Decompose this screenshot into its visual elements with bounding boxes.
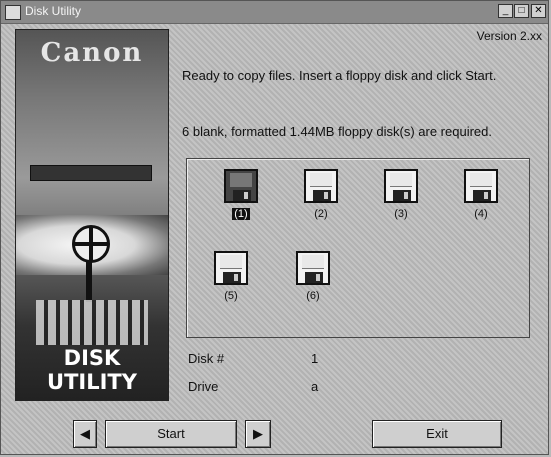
disk-5[interactable]: (5) — [201, 251, 261, 311]
maximize-button[interactable]: □ — [514, 4, 529, 18]
floppy-disk-icon — [464, 169, 498, 203]
next-button[interactable]: ▶ — [245, 420, 271, 448]
disk-panel: (1) (2) (3) (4) (5) (6) — [186, 158, 530, 338]
floppy-disk-icon — [304, 169, 338, 203]
disk-number-label: (4) — [474, 208, 488, 220]
disk-2[interactable]: (2) — [291, 169, 351, 229]
start-button[interactable]: Start — [105, 420, 237, 448]
disk-utility-logo-text: DISK UTILITY — [47, 346, 137, 394]
requirement-text: 6 blank, formatted 1.44MB floppy disk(s)… — [182, 124, 492, 139]
disc-icon — [72, 225, 110, 263]
banner-plate-graphic — [30, 165, 152, 181]
floppy-disk-icon — [214, 251, 248, 285]
disk-number-label: (5) — [224, 290, 238, 302]
drive-value: a — [311, 379, 319, 394]
exit-button[interactable]: Exit — [372, 420, 502, 448]
floppy-disk-icon — [224, 169, 258, 203]
minimize-button[interactable]: _ — [498, 4, 513, 18]
disk-number-label: (2) — [314, 208, 328, 220]
floppy-disk-icon — [296, 251, 330, 285]
disk-utility-window: Disk Utility _ □ ✕ Canon DISK UTILITY Ve… — [0, 0, 549, 455]
window-title: Disk Utility — [25, 4, 81, 18]
canon-disk-utility-banner: Canon DISK UTILITY — [15, 29, 169, 401]
disk-4[interactable]: (4) — [451, 169, 511, 229]
title-bar[interactable]: Disk Utility _ □ ✕ — [1, 1, 548, 24]
instruction-text: Ready to copy files. Insert a floppy dis… — [182, 68, 497, 83]
disk-number-label: (1) — [232, 208, 250, 220]
disk-number-label: (6) — [306, 290, 320, 302]
close-button[interactable]: ✕ — [531, 4, 546, 18]
disk-number-value: 1 — [311, 351, 319, 366]
disk-1[interactable]: (1) — [211, 169, 271, 229]
drive-field-label: Drive — [188, 379, 219, 394]
disk-number-field-label: Disk # — [188, 351, 225, 366]
version-label: Version 2.xx — [476, 29, 542, 43]
app-icon[interactable] — [5, 5, 21, 20]
banner-stem-graphic — [86, 262, 92, 302]
disk-3[interactable]: (3) — [371, 169, 431, 229]
previous-button[interactable]: ◀ — [73, 420, 97, 448]
floppy-disk-icon — [384, 169, 418, 203]
disk-6[interactable]: (6) — [283, 251, 343, 311]
brand-logo: Canon — [40, 38, 144, 68]
disk-number-label: (3) — [394, 208, 408, 220]
banner-blocks-graphic — [36, 300, 148, 345]
